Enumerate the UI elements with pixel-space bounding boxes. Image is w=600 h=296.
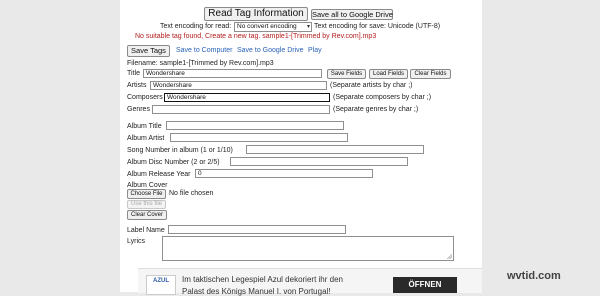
lyrics-label: Lyrics (127, 238, 146, 245)
release-year-label: Album Release Year (127, 171, 191, 178)
artists-input[interactable]: Wondershare (150, 81, 327, 90)
song-number-label: Song Number in album (1 or 1/10) (127, 147, 233, 154)
album-title-input[interactable] (166, 121, 344, 130)
album-title-label: Album Title (127, 123, 162, 130)
artists-hint: (Separate artists by char ;) (330, 82, 413, 89)
genres-input[interactable] (152, 105, 330, 114)
load-fields-button[interactable]: Load Fields (369, 69, 408, 79)
clear-cover-button[interactable]: Clear Cover (127, 210, 167, 220)
no-file-chosen-text: No file chosen (169, 190, 214, 197)
title-input[interactable]: Wondershare (143, 69, 322, 78)
lyrics-textarea[interactable] (162, 236, 454, 261)
ad-banner[interactable]: AZUL Im taktischen Legespiel Azul dekori… (138, 268, 482, 296)
title-label: Title (127, 70, 140, 77)
ad-open-button[interactable]: ÖFFNEN (393, 277, 457, 293)
genres-hint: (Separate genres by char ;) (333, 106, 419, 113)
album-cover-label: Album Cover (127, 182, 168, 189)
filename-line: Filename: sample1-[Trimmed by Rev.com].m… (127, 60, 274, 67)
album-artist-label: Album Artist (127, 135, 165, 142)
save-to-computer-link[interactable]: Save to Computer (176, 47, 232, 54)
artists-label: Artists (127, 82, 147, 89)
choose-file-button[interactable]: Choose File (127, 189, 166, 199)
label-name-input[interactable] (168, 225, 346, 234)
use-this-file-button[interactable]: Use this file (127, 200, 166, 209)
release-year-input[interactable]: 0 (195, 169, 373, 178)
save-fields-button[interactable]: Save Fields (327, 69, 366, 79)
song-number-input[interactable] (246, 145, 424, 154)
encoding-read-label: Text encoding for read: (160, 23, 232, 30)
watermark: wvtid.com (507, 270, 561, 282)
save-tags-button[interactable]: Save Tags (127, 45, 170, 57)
encoding-read-select[interactable]: No convert encoding ▾ (234, 22, 312, 32)
read-tag-button[interactable]: Read Tag Information (204, 7, 308, 21)
chevron-down-icon: ▾ (306, 24, 310, 30)
disc-number-label: Album Disc Number (2 or 2/5) (127, 159, 220, 166)
save-to-drive-link[interactable]: Save to Google Drive (237, 47, 304, 54)
clear-fields-button[interactable]: Clear Fields (410, 69, 451, 79)
composers-label: Composers (127, 94, 163, 101)
composers-hint: (Separate composers by char ;) (333, 94, 432, 101)
disc-number-input[interactable] (230, 157, 408, 166)
play-link[interactable]: Play (308, 47, 322, 54)
encoding-read-value: No convert encoding (237, 23, 297, 30)
encoding-save-label: Text encoding for save: Unicode (UTF-8) (314, 23, 441, 30)
genres-label: Genres (127, 106, 150, 113)
no-tag-warning: No suitable tag found, Create a new tag.… (135, 33, 377, 40)
composers-input[interactable]: Wondershare (164, 93, 330, 102)
ad-logo: AZUL (146, 275, 176, 295)
label-name-label: Label Name (127, 227, 165, 234)
resize-handle-icon[interactable] (447, 254, 452, 259)
album-artist-input[interactable] (170, 133, 348, 142)
save-all-drive-button[interactable]: Save all to Google Drive (311, 9, 393, 20)
ad-text-line1: Im taktischen Legespiel Azul dekoriert i… (182, 275, 343, 284)
